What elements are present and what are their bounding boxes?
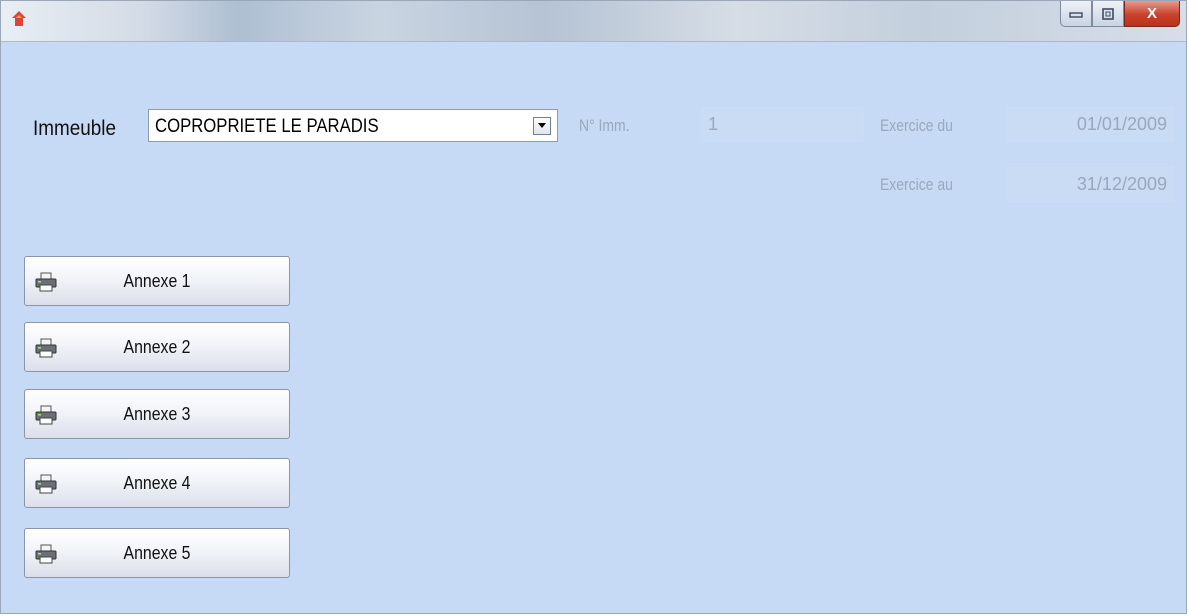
annexe-1-label: Annexe 1 [123,271,191,291]
annexe-5-label: Annexe 5 [123,543,191,563]
main-window: X Immeuble COPROPRIETE LE PARADIS N° Imm… [0,0,1187,614]
annexe-2-button[interactable]: Annexe 2 [24,322,290,372]
exercice-au-value: 31/12/2009 [1076,174,1167,194]
exercice-du-field[interactable]: 01/01/2009 [1007,107,1174,142]
num-imm-field[interactable]: 1 [701,107,864,142]
app-icon [12,11,26,26]
minimize-button[interactable] [1060,1,1092,27]
title-bar: X [1,1,1186,42]
minimize-icon [1069,11,1083,18]
maximize-icon [1102,7,1114,20]
annexe-1-button[interactable]: Annexe 1 [24,256,290,306]
immeuble-select[interactable]: COPROPRIETE LE PARADIS [148,109,558,142]
annexe-3-label: Annexe 3 [123,404,191,424]
annexe-5-button[interactable]: Annexe 5 [24,528,290,578]
chevron-down-icon [538,123,546,128]
exercice-du-value: 01/01/2009 [1076,114,1167,134]
annexe-3-button[interactable]: Annexe 3 [24,389,290,439]
annexe-4-label: Annexe 4 [123,473,191,493]
annexe-2-label: Annexe 2 [123,337,191,357]
maximize-button[interactable] [1092,1,1124,27]
immeuble-select-value: COPROPRIETE LE PARADIS [155,116,379,137]
annexe-4-button[interactable]: Annexe 4 [24,458,290,508]
num-imm-value: 1 [708,114,719,134]
exercice-du-label: Exercice du [880,116,953,135]
dropdown-button[interactable] [533,117,551,135]
immeuble-label: Immeuble [33,117,116,140]
exercice-au-label: Exercice au [880,175,953,194]
close-button[interactable]: X [1124,1,1180,27]
exercice-au-field[interactable]: 31/12/2009 [1007,167,1174,202]
num-imm-label: N° Imm. [579,116,630,135]
close-icon: X [1146,5,1157,22]
